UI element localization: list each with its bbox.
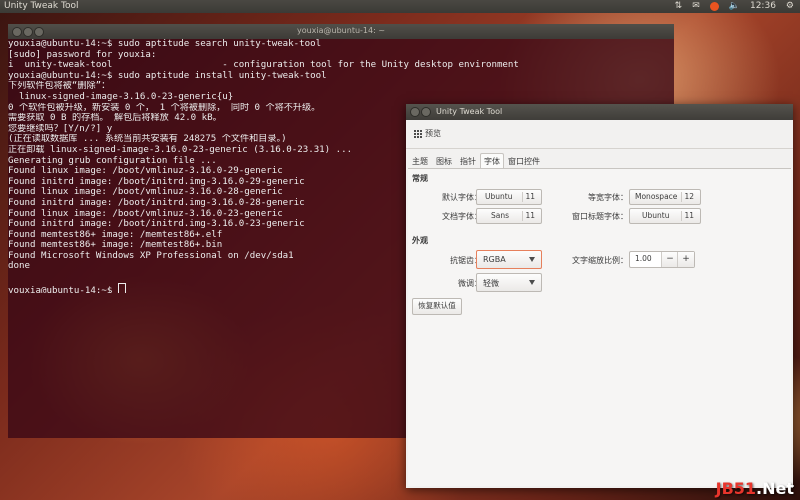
terminal-line: 下列软件包将被“删除”：	[8, 81, 111, 92]
tab-icons[interactable]: 图标	[432, 153, 456, 168]
volume-icon[interactable]: 🔈	[729, 0, 740, 13]
top-panel: Unity Tweak Tool ⇅ ✉ 🔈 12:36 ⚙	[0, 0, 800, 13]
overview-label: 预览	[425, 129, 441, 138]
chevron-down-icon	[529, 280, 535, 285]
antialias-value: RGBA	[483, 255, 506, 264]
appearance-heading: 外观	[412, 236, 428, 245]
messaging-icon[interactable]	[709, 2, 719, 11]
window-title-font-label: 窗口标题字体：	[572, 212, 628, 221]
terminal-line: i unity-tweak-tool - configuration tool …	[8, 60, 519, 71]
increase-button[interactable]: +	[677, 252, 694, 267]
text-scale-value: 1.00	[635, 254, 652, 263]
text-scale-label: 文字缩放比例：	[572, 256, 628, 265]
doc-font-size: 11	[525, 211, 535, 220]
terminal-titlebar[interactable]: youxia@ubuntu-14: ~	[8, 24, 674, 39]
terminal-line: youxia@ubuntu-14:~$ sudo aptitude search…	[8, 39, 322, 49]
tweak-titlebar[interactable]: Unity Tweak Tool	[406, 104, 793, 120]
general-heading: 常规	[412, 174, 428, 183]
terminal-line: [sudo] password for youxia:	[8, 49, 157, 60]
hinting-value: 轻微	[483, 279, 499, 288]
default-font-name: Ubuntu	[485, 192, 513, 201]
terminal-line: linux-signed-image-3.16.0-23-generic{u}	[8, 91, 234, 102]
site-watermark: JB51.Net	[715, 479, 794, 498]
active-app-title: Unity Tweak Tool	[4, 1, 79, 11]
settings-gear-icon[interactable]: ⚙	[786, 0, 794, 13]
mono-font-size: 12	[684, 192, 694, 201]
tweak-title: Unity Tweak Tool	[436, 107, 503, 116]
window-title-font-button[interactable]: Ubuntu 11	[629, 208, 701, 224]
doc-font-button[interactable]: Sans 11	[476, 208, 542, 224]
tab-bar: 主题 图标 指针 字体 窗口控件	[408, 153, 793, 168]
default-font-button[interactable]: Ubuntu 11	[476, 189, 542, 205]
doc-font-name: Sans	[491, 211, 510, 220]
clock[interactable]: 12:36	[750, 0, 776, 13]
terminal-title: youxia@ubuntu-14: ~	[296, 26, 386, 35]
text-scale-spinner[interactable]: 1.00 − +	[629, 251, 695, 268]
overview-button[interactable]: 预览	[414, 128, 441, 139]
system-tray: ⇅ ✉ 🔈 12:36 ⚙	[675, 0, 794, 13]
antialias-select[interactable]: RGBA	[476, 250, 542, 269]
terminal-line: youxia@ubuntu-14:~$ sudo aptitude instal…	[8, 70, 327, 81]
decrease-button[interactable]: −	[661, 252, 678, 267]
hinting-select[interactable]: 轻微	[476, 273, 542, 292]
toolbar: 预览	[406, 120, 793, 149]
mail-icon[interactable]: ✉	[692, 0, 700, 13]
mono-font-name: Monospace	[635, 192, 678, 201]
window-title-font-name: Ubuntu	[642, 211, 670, 220]
close-icon[interactable]	[410, 107, 420, 117]
tab-fonts[interactable]: 字体	[480, 153, 504, 168]
restore-defaults-button[interactable]: 恢复默认值	[412, 298, 462, 315]
tab-theme[interactable]: 主题	[408, 153, 432, 168]
mono-font-button[interactable]: Monospace 12	[629, 189, 701, 205]
grid-icon	[414, 129, 422, 138]
minimize-icon[interactable]	[421, 107, 431, 117]
text-cursor	[117, 282, 126, 294]
network-icon[interactable]: ⇅	[675, 0, 683, 13]
window-title-font-size: 11	[684, 211, 694, 220]
fonts-pane: 常规 默认字体： Ubuntu 11 等宽字体： Monospace 12 文档…	[408, 168, 791, 486]
tab-cursor[interactable]: 指针	[456, 153, 480, 168]
mono-font-label: 等宽字体：	[588, 193, 628, 202]
unity-tweak-tool-window[interactable]: Unity Tweak Tool 预览 主题 图标 指针 字体 窗口控件 常规 …	[406, 104, 793, 488]
tab-window-controls[interactable]: 窗口控件	[504, 153, 544, 168]
default-font-size: 11	[525, 192, 535, 201]
chevron-down-icon	[529, 257, 535, 262]
